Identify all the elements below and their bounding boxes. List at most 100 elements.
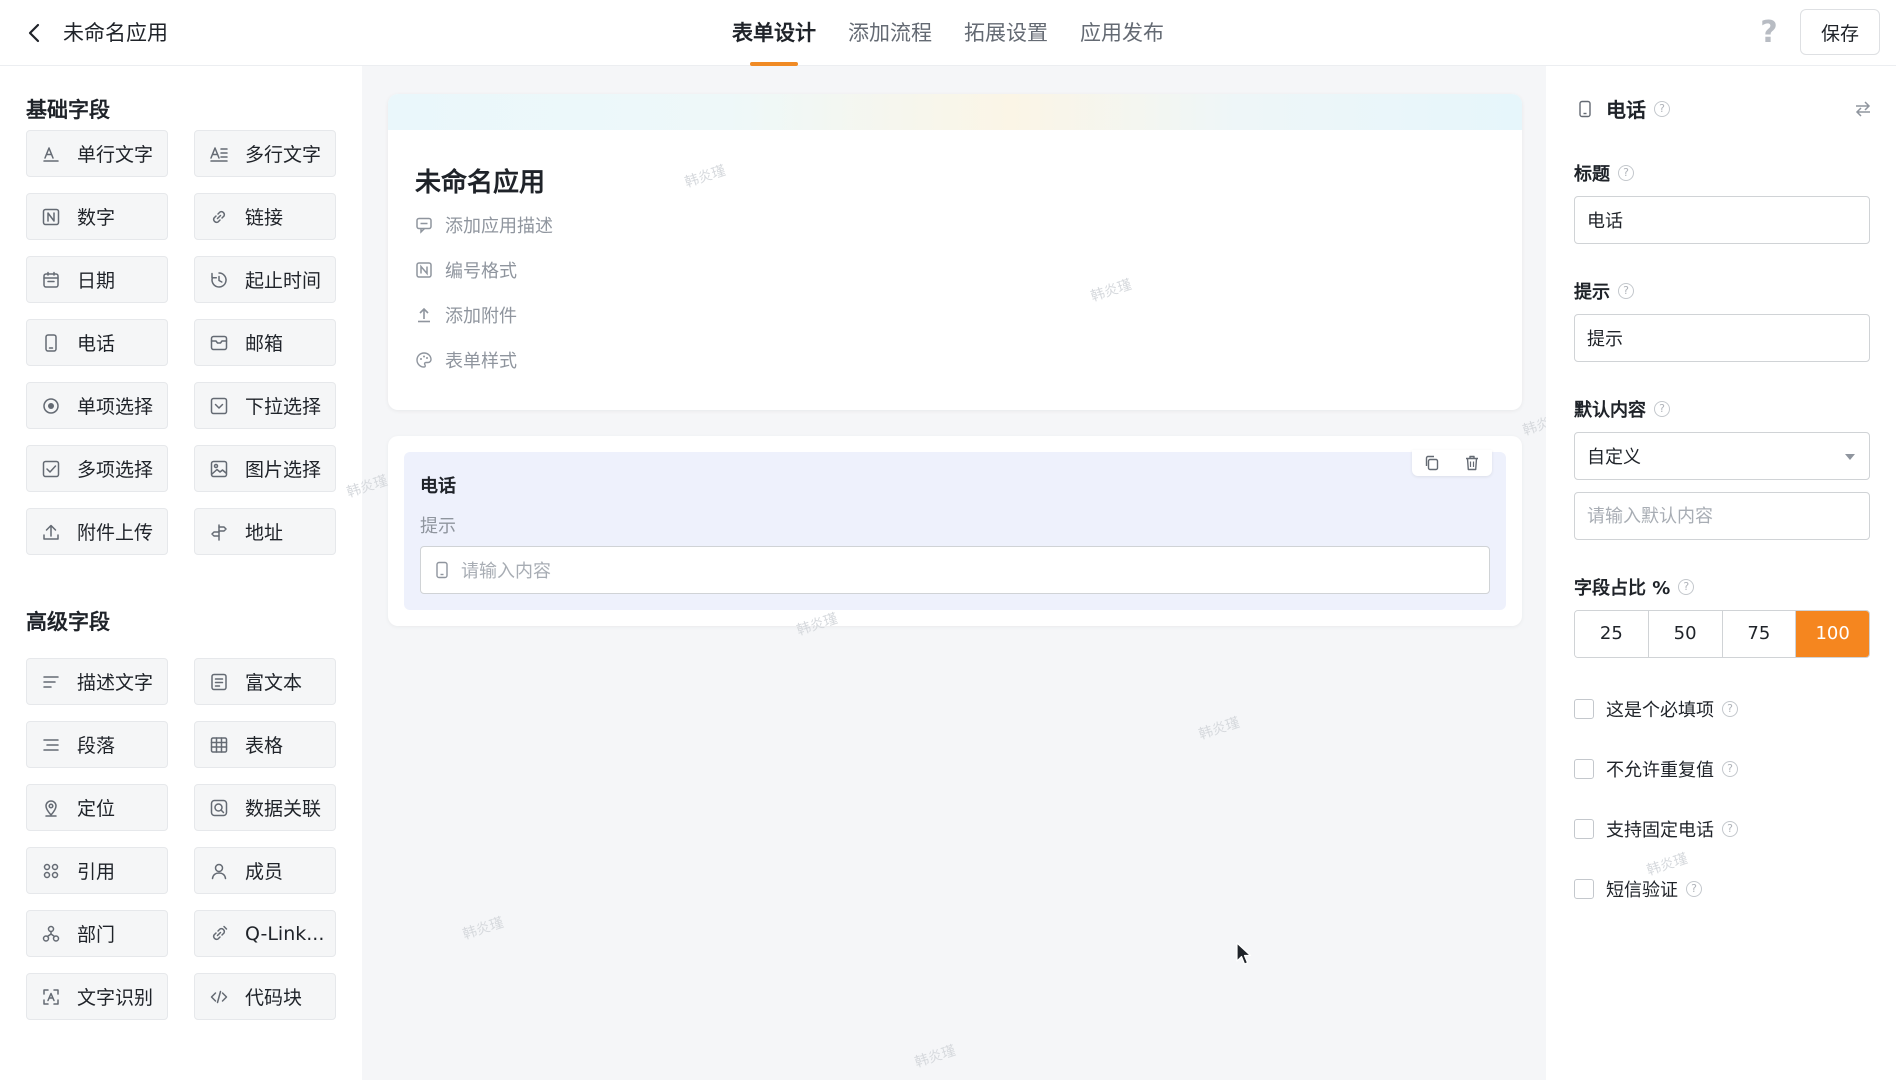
add-description-link[interactable]: 添加应用描述: [415, 212, 553, 238]
tab-app-publish[interactable]: 应用发布: [1080, 0, 1164, 66]
swap-icon[interactable]: [1852, 98, 1874, 120]
delete-icon[interactable]: [1463, 454, 1481, 472]
help-circle-icon[interactable]: ?: [1722, 761, 1738, 777]
field-toolbar: [1412, 450, 1492, 476]
tab-form-design[interactable]: 表单设计: [732, 0, 816, 66]
no-duplicate-checkbox-row[interactable]: 不允许重复值 ?: [1574, 756, 1738, 782]
hint-input[interactable]: [1574, 314, 1870, 362]
help-circle-icon[interactable]: ?: [1654, 401, 1670, 417]
help-circle-icon[interactable]: ?: [1618, 165, 1634, 181]
number-format-link[interactable]: 编号格式: [415, 257, 517, 283]
landline-checkbox[interactable]: [1574, 819, 1594, 839]
ratio-option-75[interactable]: 75: [1722, 611, 1797, 657]
palette-field-department[interactable]: 部门: [26, 910, 168, 957]
phone-icon: [436, 561, 448, 579]
form-banner: [388, 94, 1522, 130]
palette-field-member[interactable]: 成员: [194, 847, 336, 894]
palette-field-label: Q-Link...: [245, 922, 325, 945]
upload-icon: [418, 307, 430, 323]
no-duplicate-checkbox[interactable]: [1574, 759, 1594, 779]
palette-field-checkbox[interactable]: 多项选择: [26, 445, 168, 492]
ratio-option-50[interactable]: 50: [1648, 611, 1723, 657]
palette-field-label: 单项选择: [77, 396, 154, 418]
phone-field-input[interactable]: 请输入内容: [420, 546, 1490, 594]
sms-verify-checkbox-row[interactable]: 短信验证 ?: [1574, 876, 1702, 902]
palette-field-text-single[interactable]: 单行文字: [26, 130, 168, 177]
tab-add-flow[interactable]: 添加流程: [848, 0, 932, 66]
help-circle-icon[interactable]: ?: [1678, 579, 1695, 595]
palette-field-description[interactable]: 描述文字: [26, 658, 168, 705]
form-title[interactable]: 未命名应用: [415, 162, 545, 199]
time-range-icon: [211, 271, 227, 288]
help-circle-icon[interactable]: ?: [1686, 881, 1702, 897]
palette-field-number[interactable]: 数字: [26, 193, 168, 240]
palette-field-table[interactable]: 表格: [194, 721, 336, 768]
palette-field-data-link[interactable]: 数据关联: [194, 784, 336, 831]
data-link-icon: [210, 799, 228, 816]
title-prop-text: 标题: [1574, 164, 1610, 185]
palette-field-address[interactable]: 地址: [194, 508, 336, 555]
palette-field-radio[interactable]: 单项选择: [26, 382, 168, 429]
add-attachment-link[interactable]: 添加附件: [415, 302, 517, 328]
help-circle-icon[interactable]: ?: [1654, 100, 1670, 117]
palette-field-paragraph[interactable]: 段落: [26, 721, 168, 768]
location-icon: [45, 799, 57, 817]
form-style-link[interactable]: 表单样式: [415, 347, 517, 373]
landline-label: 支持固定电话: [1606, 820, 1714, 841]
ocr-icon: [43, 988, 59, 1005]
qlink-icon: [212, 925, 228, 940]
palette-field-ocr[interactable]: 文字识别: [26, 973, 168, 1020]
palette-field-label: 图片选择: [245, 459, 322, 481]
palette-field-text-multi[interactable]: 多行文字: [194, 130, 336, 177]
field-ratio-selector: 25 50 75 100: [1574, 610, 1870, 658]
ratio-option-25[interactable]: 25: [1575, 611, 1649, 657]
title-prop-label: 标题?: [1574, 160, 1634, 186]
help-icon[interactable]: ?: [1755, 16, 1783, 50]
default-type-select[interactable]: 自定义: [1574, 432, 1870, 480]
help-circle-icon[interactable]: ?: [1722, 701, 1738, 717]
palette-field-image[interactable]: 图片选择: [194, 445, 336, 492]
palette-field-link[interactable]: 链接: [194, 193, 336, 240]
form-fields-card: 电话 提示 请输入内容: [388, 436, 1522, 626]
landline-checkbox-row[interactable]: 支持固定电话 ?: [1574, 816, 1738, 842]
required-checkbox-row[interactable]: 这是个必填项 ?: [1574, 696, 1738, 722]
required-checkbox[interactable]: [1574, 699, 1594, 719]
back-arrow-icon[interactable]: [22, 20, 48, 46]
default-content-input[interactable]: [1574, 492, 1870, 540]
palette-field-mail[interactable]: 邮箱: [194, 319, 336, 366]
sms-verify-checkbox[interactable]: [1574, 879, 1594, 899]
palette-field-label: 定位: [77, 798, 116, 820]
palette-field-time-range[interactable]: 起止时间: [194, 256, 336, 303]
help-circle-icon[interactable]: ?: [1618, 283, 1634, 299]
paragraph-icon: [43, 738, 59, 751]
phone-field-label: 电话: [420, 476, 456, 497]
palette-field-code[interactable]: 代码块: [194, 973, 336, 1020]
add-description-label: 添加应用描述: [445, 216, 553, 237]
palette-field-phone[interactable]: 电话: [26, 319, 168, 366]
dropdown-icon: [210, 397, 228, 414]
basic-fields-title: 基础字段: [26, 98, 110, 122]
radio-icon: [43, 397, 59, 414]
save-button[interactable]: 保存: [1800, 9, 1880, 55]
palette-field-qlink[interactable]: Q-Link...: [194, 910, 336, 957]
top-tabs: 表单设计 添加流程 拓展设置 应用发布: [732, 0, 1196, 66]
text-multi-icon: [210, 146, 228, 162]
copy-icon[interactable]: [1423, 454, 1441, 472]
title-input[interactable]: [1574, 196, 1870, 244]
ratio-option-100[interactable]: 100: [1796, 611, 1869, 657]
palette-field-label: 表格: [245, 735, 284, 757]
required-label: 这是个必填项: [1606, 700, 1714, 721]
palette-field-calendar[interactable]: 日期: [26, 256, 168, 303]
palette-field-label: 邮箱: [245, 333, 284, 355]
ratio-prop-label: 字段占比 %?: [1574, 574, 1695, 600]
palette-field-dropdown[interactable]: 下拉选择: [194, 382, 336, 429]
help-circle-icon[interactable]: ?: [1722, 821, 1738, 837]
palette-field-label: 数据关联: [245, 798, 322, 820]
palette-field-location[interactable]: 定位: [26, 784, 168, 831]
tab-extend-settings[interactable]: 拓展设置: [964, 0, 1048, 66]
palette-field-upload[interactable]: 附件上传: [26, 508, 168, 555]
palette-field-rich-text[interactable]: 富文本: [194, 658, 336, 705]
palette-field-reference[interactable]: 引用: [26, 847, 168, 894]
phone-field-block[interactable]: 电话 提示 请输入内容: [404, 450, 1506, 610]
add-attachment-label: 添加附件: [445, 306, 517, 327]
